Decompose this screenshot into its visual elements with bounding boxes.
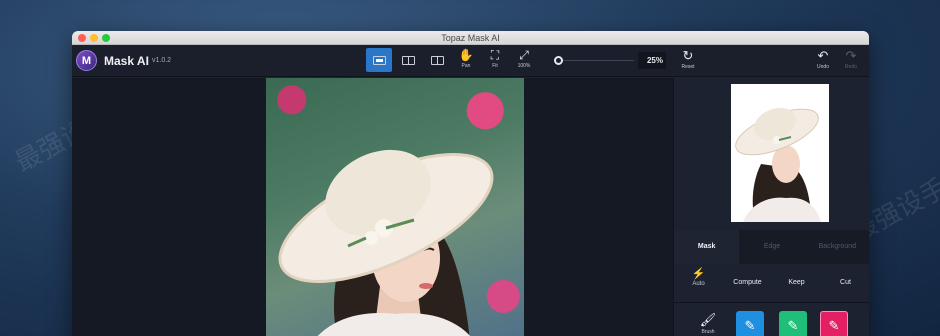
tab-mask[interactable]: Mask: [674, 230, 740, 264]
app-name: Mask AI: [104, 54, 149, 68]
brush-label: Brush: [701, 329, 715, 335]
zoom-value-field[interactable]: 25%: [638, 52, 666, 69]
keep-brush-button[interactable]: ✎: [779, 311, 807, 336]
split-view-icon: [401, 55, 415, 65]
undo-label: Undo: [817, 64, 829, 70]
cut-header: Cut: [821, 268, 869, 298]
brush-button[interactable]: 🖌 Brush: [694, 311, 722, 336]
redo-icon: ↷: [845, 48, 857, 63]
app-window: Topaz Mask AI M Mask AI v1.0.2 ✋ Pan ⛶ F…: [72, 31, 869, 336]
pan-icon: ✋: [458, 48, 474, 62]
keep-brush-icon: ✎: [787, 318, 799, 333]
brush-icon: 🖌: [699, 312, 717, 327]
pan-label: Pan: [461, 63, 471, 69]
pan-button[interactable]: ✋ Pan: [454, 48, 478, 70]
fit-icon: ⛶: [490, 48, 500, 62]
compute-brush-button[interactable]: ✎: [736, 311, 764, 336]
panel-tabs: Mask Edge Background: [674, 230, 869, 264]
cut-label: Cut: [840, 279, 851, 286]
reset-icon: ↻: [682, 48, 694, 63]
main-photo: [266, 78, 524, 336]
fit-label: Fit: [492, 63, 498, 69]
tab-edge[interactable]: Edge: [739, 230, 804, 264]
preview-illustration: [735, 107, 821, 222]
portrait-illustration: [278, 149, 494, 336]
undo-button[interactable]: ↶ Undo: [811, 48, 835, 70]
title-bar: Topaz Mask AI: [72, 31, 869, 45]
image-canvas[interactable]: [72, 78, 673, 336]
zoom-slider[interactable]: [554, 56, 634, 65]
compute-button[interactable]: Compute: [723, 268, 772, 298]
side-panel: Mask Edge Background ⚡ Auto Compute Keep…: [673, 78, 869, 336]
compute-brush-icon: ✎: [744, 318, 756, 333]
mask-preview[interactable]: [731, 84, 829, 222]
redo-label: Redo: [845, 64, 857, 70]
compute-label: Compute: [733, 279, 762, 286]
single-view-button[interactable]: [366, 48, 392, 72]
cut-brush-button[interactable]: ✎: [820, 311, 848, 336]
window-title: Topaz Mask AI: [441, 33, 500, 43]
undo-icon: ↶: [817, 48, 829, 63]
side-by-side-icon: [430, 55, 444, 65]
cut-brush-icon: ✎: [828, 318, 840, 333]
app-version: v1.0.2: [152, 57, 172, 64]
fit-button[interactable]: ⛶ Fit: [483, 48, 507, 70]
auto-label: Auto: [692, 281, 705, 287]
minimize-window-button[interactable]: [90, 34, 98, 42]
close-window-button[interactable]: [78, 34, 86, 42]
brush-tools: 🖌 Brush ✎ ✎ ✎: [674, 302, 869, 336]
auto-icon: ⚡: [691, 268, 706, 280]
zoom-100-icon: ⤢: [519, 48, 529, 62]
zoom-100-button[interactable]: ⤢ 100%: [512, 48, 536, 70]
maximize-window-button[interactable]: [102, 34, 110, 42]
keep-header: Keep: [772, 268, 821, 298]
auto-button[interactable]: ⚡ Auto: [674, 268, 723, 298]
redo-button[interactable]: ↷ Redo: [839, 48, 863, 70]
tab-background[interactable]: Background: [805, 230, 869, 264]
keep-label: Keep: [788, 279, 805, 286]
split-view-button[interactable]: [395, 48, 421, 72]
side-by-side-view-button[interactable]: [424, 48, 450, 72]
reset-button[interactable]: ↻ Reset: [676, 48, 700, 70]
logo-icon: M: [76, 50, 97, 71]
single-view-icon: [372, 55, 386, 65]
reset-label: Reset: [681, 64, 695, 70]
toolbar: M Mask AI v1.0.2 ✋ Pan ⛶ Fit ⤢ 100% 25%: [72, 45, 869, 77]
zoom-slider-track: [558, 60, 634, 61]
mask-modes: ⚡ Auto Compute Keep Cut: [674, 268, 869, 298]
zoom-slider-handle[interactable]: [554, 56, 563, 65]
zoom-100-label: 100%: [517, 63, 531, 69]
